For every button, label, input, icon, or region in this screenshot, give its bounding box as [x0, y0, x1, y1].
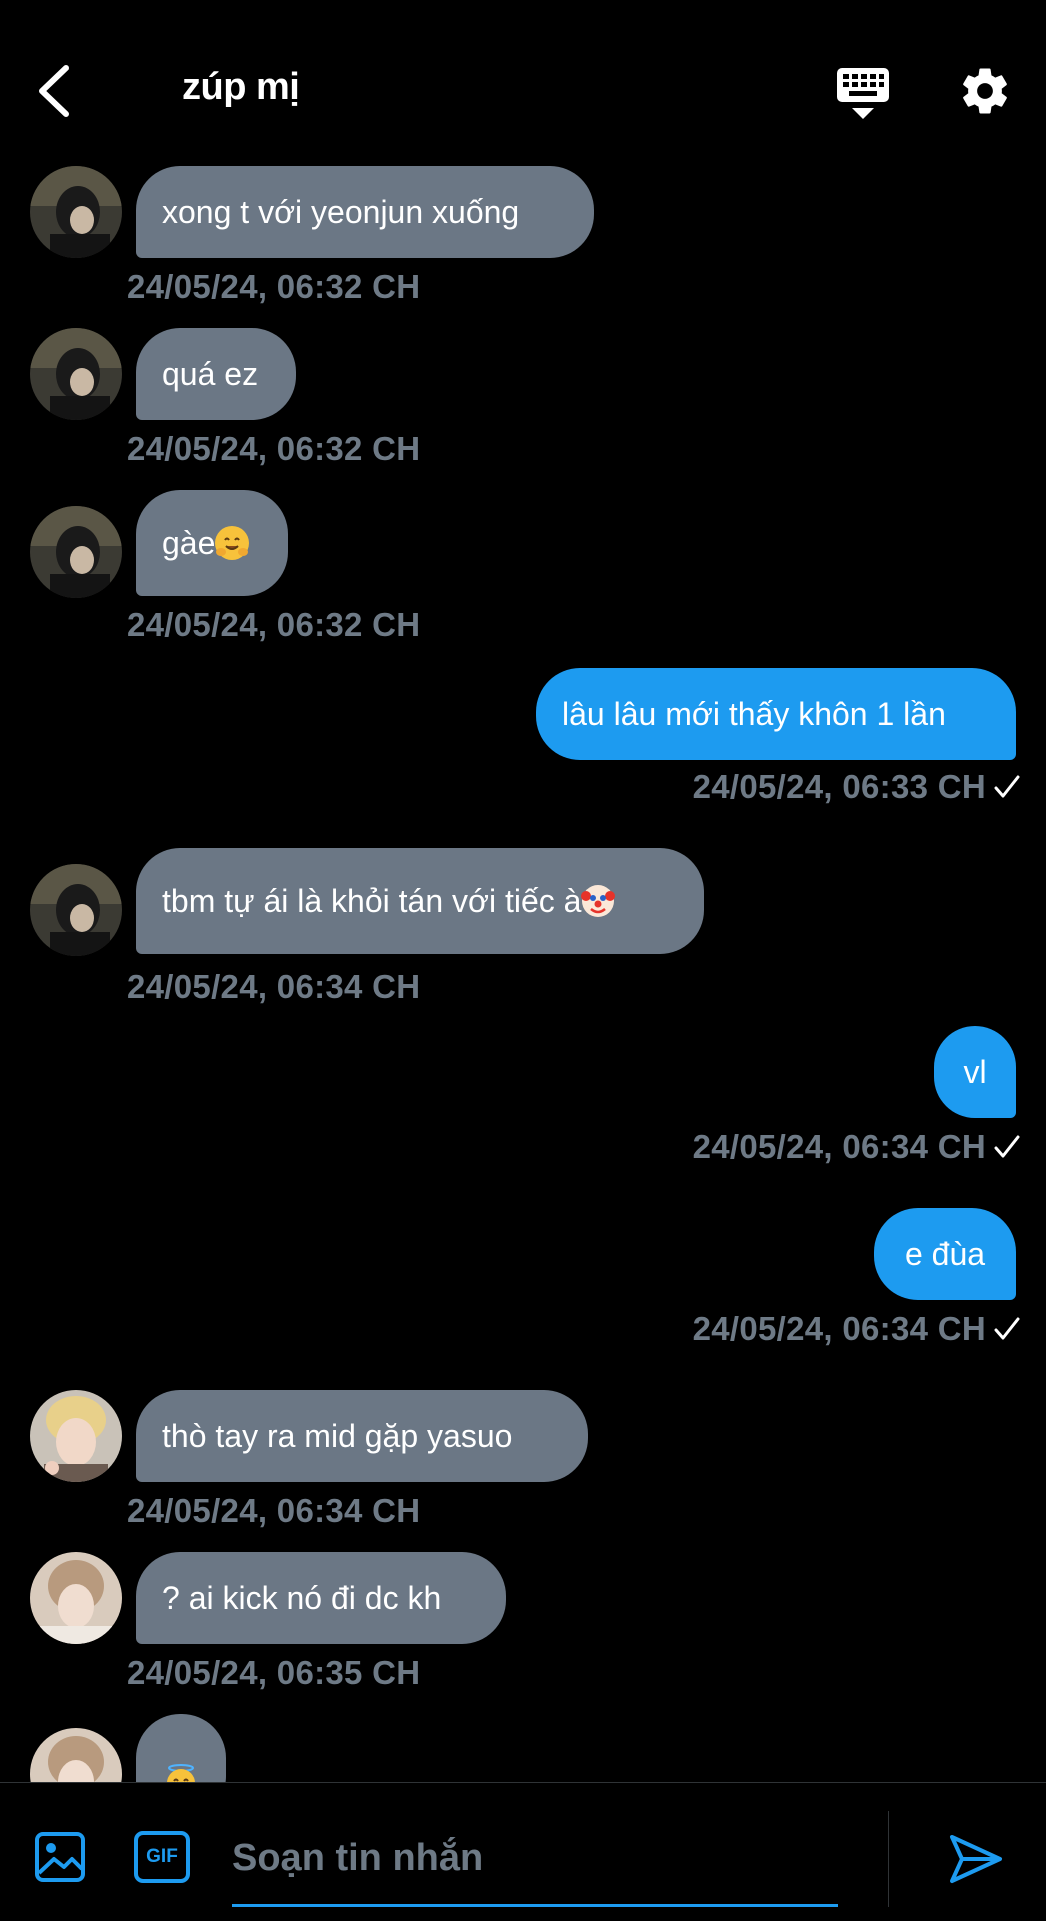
- checkmark-icon: [994, 775, 1020, 798]
- add-gif-button[interactable]: GIF: [134, 1831, 190, 1883]
- message-bubble-outgoing[interactable]: lâu lâu mới thấy khôn 1 lần: [536, 668, 1016, 760]
- add-image-button[interactable]: [34, 1831, 86, 1883]
- message-timestamp: 24/05/24, 06:32 CH: [127, 430, 421, 467]
- message-text: ? ai kick nó đi dc kh: [162, 1580, 442, 1616]
- avatar[interactable]: [30, 864, 122, 956]
- image-icon: [35, 1832, 85, 1882]
- send-button[interactable]: [948, 1833, 1004, 1885]
- avatar[interactable]: [30, 1728, 122, 1782]
- message-input[interactable]: [232, 1813, 838, 1907]
- avatar[interactable]: [30, 506, 122, 598]
- message-text: e đùa: [904, 1236, 986, 1272]
- avatar[interactable]: [30, 166, 122, 258]
- message-text: lâu lâu mới thấy khôn 1 lần: [562, 696, 946, 732]
- message-bubble-incoming[interactable]: [136, 1714, 226, 1782]
- checkmark-icon: [994, 1135, 1020, 1158]
- message-bubble-incoming[interactable]: xong t với yeonjun xuống: [136, 166, 594, 258]
- message-thread[interactable]: xong t với yeonjun xuống 24/05/24, 06:32…: [0, 0, 1046, 1782]
- checkmark-icon: [994, 1317, 1020, 1340]
- message-text: tbm tự ái là khỏi tán với tiếc à: [162, 883, 582, 919]
- message-timestamp: 24/05/24, 06:34 CH: [127, 968, 421, 1005]
- message-text: quá ez: [162, 356, 259, 392]
- message-bubble-outgoing[interactable]: e đùa: [874, 1208, 1016, 1300]
- message-bubble-outgoing[interactable]: vl: [934, 1026, 1016, 1118]
- message-timestamp: 24/05/24, 06:34 CH: [692, 1310, 986, 1347]
- message-bubble-incoming[interactable]: ? ai kick nó đi dc kh: [136, 1552, 506, 1644]
- message-text: vl: [963, 1054, 987, 1090]
- message-bubble-incoming[interactable]: gàe: [136, 490, 288, 596]
- gif-label: GIF: [146, 1846, 178, 1867]
- message-bubble-incoming[interactable]: tbm tự ái là khỏi tán với tiếc à: [136, 848, 704, 954]
- message-timestamp: 24/05/24, 06:34 CH: [127, 1492, 421, 1529]
- message-composer: GIF: [0, 1782, 1046, 1921]
- avatar[interactable]: [30, 328, 122, 420]
- message-bubble-incoming[interactable]: thò tay ra mid gặp yasuo: [136, 1390, 588, 1482]
- message-timestamp: 24/05/24, 06:32 CH: [127, 606, 421, 643]
- send-icon: [950, 1835, 1002, 1883]
- hugging-face-icon: [215, 526, 250, 560]
- message-text: thò tay ra mid gặp yasuo: [162, 1418, 513, 1454]
- smiling-face-with-halo-icon: [164, 1764, 198, 1782]
- clown-face-icon: [581, 884, 616, 918]
- composer-divider: [888, 1811, 889, 1907]
- message-bubble-incoming[interactable]: quá ez: [136, 328, 296, 420]
- message-text: xong t với yeonjun xuống: [162, 194, 520, 230]
- message-text: gàe: [162, 525, 216, 561]
- message-timestamp: 24/05/24, 06:35 CH: [127, 1654, 421, 1691]
- message-timestamp: 24/05/24, 06:33 CH: [692, 768, 986, 805]
- avatar[interactable]: [30, 1552, 122, 1644]
- message-timestamp: 24/05/24, 06:34 CH: [692, 1128, 986, 1165]
- message-timestamp: 24/05/24, 06:32 CH: [127, 268, 421, 305]
- avatar[interactable]: [30, 1390, 122, 1482]
